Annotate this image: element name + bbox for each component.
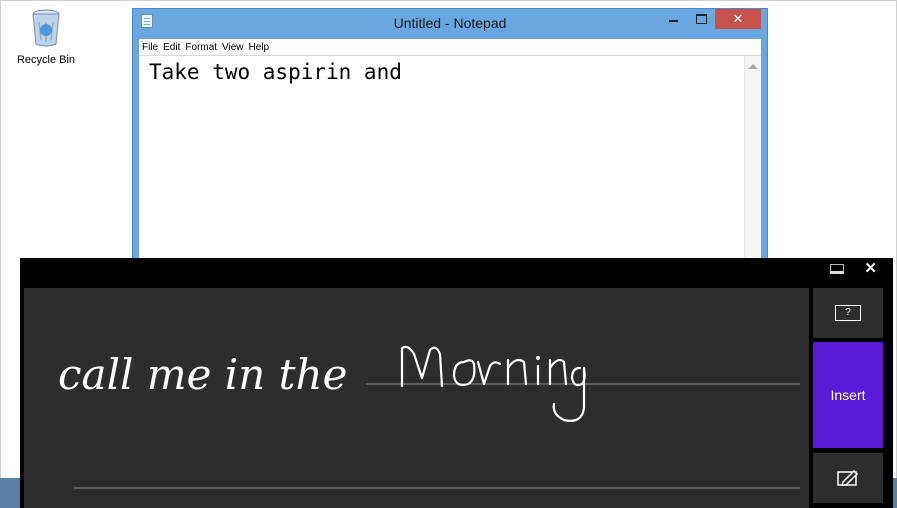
recycle-bin-shortcut[interactable]: Recycle Bin xyxy=(6,8,86,66)
handwriting-ink: call me in the xyxy=(58,345,800,489)
insert-label: Insert xyxy=(830,387,866,403)
menu-help[interactable]: Help xyxy=(249,42,270,53)
minimize-icon xyxy=(668,20,678,22)
help-button[interactable]: ? xyxy=(813,288,883,338)
window-controls: ✕ xyxy=(659,9,761,29)
scroll-up-icon[interactable] xyxy=(748,64,758,69)
vertical-scrollbar[interactable] xyxy=(744,56,761,269)
handwriting-canvas[interactable]: call me in the xyxy=(24,288,809,508)
pen-mode-button[interactable] xyxy=(813,453,883,503)
recycle-bin-icon xyxy=(32,9,60,47)
dock-icon[interactable] xyxy=(830,264,845,274)
maximize-icon xyxy=(695,14,707,24)
panel-controls: ✕ xyxy=(830,261,877,276)
minimize-button[interactable] xyxy=(659,9,687,29)
menu-edit[interactable]: Edit xyxy=(163,42,180,53)
notepad-window: Untitled - Notepad ✕ File Edit Format Vi… xyxy=(132,8,768,270)
menu-format[interactable]: Format xyxy=(185,42,217,53)
close-icon[interactable]: ✕ xyxy=(864,261,877,276)
handwriting-panel: ✕ call me in the ? Insert xyxy=(20,258,893,508)
recycle-bin-label: Recycle Bin xyxy=(16,54,76,66)
maximize-button[interactable] xyxy=(687,9,715,29)
taskbar-edge-right xyxy=(893,478,897,508)
menu-file[interactable]: File xyxy=(142,42,158,53)
menu-view[interactable]: View xyxy=(222,42,244,53)
text-editor[interactable]: Take two aspirin and xyxy=(139,55,761,269)
editor-content: Take two aspirin and xyxy=(149,60,402,84)
pen-icon xyxy=(837,469,859,486)
insert-button[interactable]: Insert xyxy=(813,342,883,448)
close-button[interactable]: ✕ xyxy=(715,9,761,29)
help-icon: ? xyxy=(835,305,861,321)
taskbar-edge-left xyxy=(0,478,20,508)
close-icon: ✕ xyxy=(732,11,744,26)
menu-bar: File Edit Format View Help xyxy=(139,39,761,55)
recognized-typed-text: call me in the xyxy=(58,350,347,399)
window-title: Untitled - Notepad xyxy=(393,15,507,31)
